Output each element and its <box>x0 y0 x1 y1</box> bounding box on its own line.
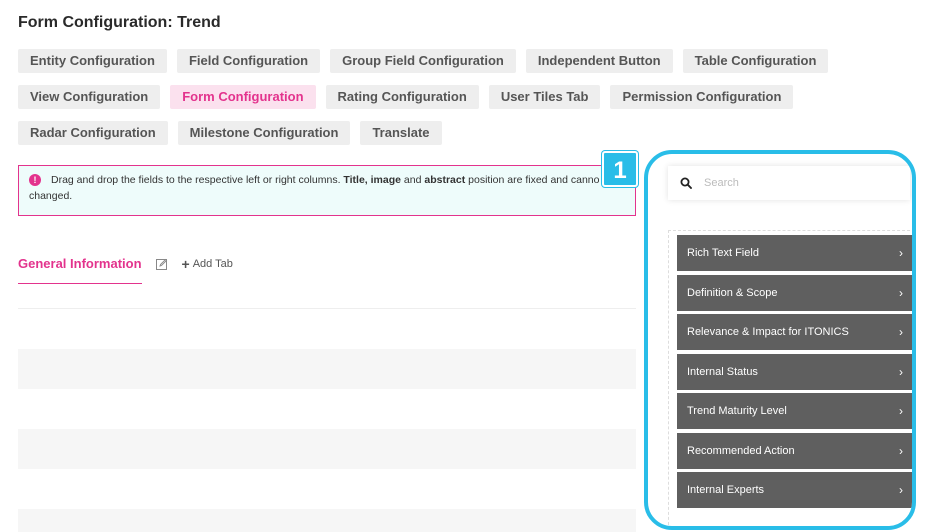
form-row <box>18 469 636 509</box>
form-row <box>18 509 636 532</box>
chevron-right-icon: › <box>899 285 903 300</box>
chevron-right-icon: › <box>899 325 903 339</box>
section-tabs: General Information + Add Tab <box>18 256 233 284</box>
tab-radar-configuration[interactable]: Radar Configuration <box>18 121 168 145</box>
field-item-rich-text-field[interactable]: Rich Text Field › <box>677 235 912 271</box>
notice-text-2: and <box>403 174 422 186</box>
form-row <box>18 429 636 469</box>
add-tab-button[interactable]: + Add Tab <box>181 256 233 272</box>
chevron-right-icon: › <box>899 483 903 497</box>
edit-icon[interactable] <box>155 258 168 270</box>
step-number-badge: 1 <box>602 151 638 187</box>
field-item-label: Definition & Scope <box>687 286 778 299</box>
tab-group-field-configuration[interactable]: Group Field Configuration <box>330 49 516 73</box>
tab-view-configuration[interactable]: View Configuration <box>18 85 161 109</box>
field-item-recommended-action[interactable]: Recommended Action › <box>677 432 912 469</box>
field-item-label: Rich Text Field <box>687 247 759 259</box>
notice-text-line2: changed. <box>29 190 73 202</box>
chevron-right-icon: › <box>899 246 903 260</box>
form-drop-area[interactable] <box>18 308 636 532</box>
page-title: Form Configuration: Trend <box>18 14 221 31</box>
notice-text-1: Drag and drop the fields to the respecti… <box>51 174 341 186</box>
notice-text-3: position are fixed and canno <box>468 174 600 186</box>
tab-milestone-configuration[interactable]: Milestone Configuration <box>177 121 351 145</box>
search-input[interactable] <box>704 177 894 189</box>
field-item-label: Relevance & Impact for ITONICS <box>687 326 849 338</box>
notice-bold-1: Title, image <box>343 174 401 186</box>
form-row <box>18 349 636 389</box>
search-box <box>668 166 910 200</box>
field-item-internal-experts[interactable]: Internal Experts › <box>677 472 912 508</box>
form-row <box>18 389 636 429</box>
config-tabs: Entity Configuration Field Configuration… <box>18 49 918 145</box>
field-item-internal-status[interactable]: Internal Status › <box>677 353 912 390</box>
available-fields-panel: Rich Text Field › Definition & Scope › R… <box>644 150 916 530</box>
tab-field-configuration[interactable]: Field Configuration <box>176 49 321 73</box>
tab-user-tiles[interactable]: User Tiles Tab <box>488 85 601 109</box>
field-item-label: Internal Status <box>687 365 758 378</box>
field-item-label: Recommended Action <box>687 444 795 457</box>
field-item-definition-scope[interactable]: Definition & Scope › <box>677 274 912 311</box>
chevron-right-icon: › <box>899 404 903 418</box>
notice-bold-2: abstract <box>424 174 466 186</box>
tab-form-configuration[interactable]: Form Configuration <box>170 85 316 109</box>
field-item-trend-maturity-level[interactable]: Trend Maturity Level › <box>677 393 912 429</box>
form-row <box>18 309 636 349</box>
tab-permission-configuration[interactable]: Permission Configuration <box>610 85 794 109</box>
tab-translate[interactable]: Translate <box>360 121 442 145</box>
add-tab-label: Add Tab <box>192 258 233 270</box>
tab-rating-configuration[interactable]: Rating Configuration <box>325 85 479 109</box>
tab-general-information[interactable]: General Information <box>18 256 142 284</box>
info-icon: ! <box>29 174 41 186</box>
field-item-label: Internal Experts <box>687 484 765 496</box>
search-icon <box>680 177 692 189</box>
field-item-relevance-impact[interactable]: Relevance & Impact for ITONICS › <box>677 314 912 350</box>
field-list: Rich Text Field › Definition & Scope › R… <box>668 230 912 526</box>
tab-entity-configuration[interactable]: Entity Configuration <box>18 49 167 73</box>
field-item-label: Trend Maturity Level <box>687 405 787 417</box>
tab-table-configuration[interactable]: Table Configuration <box>682 49 829 73</box>
chevron-right-icon: › <box>899 443 903 458</box>
tab-independent-button[interactable]: Independent Button <box>525 49 673 73</box>
info-notice: ! Drag and drop the fields to the respec… <box>18 165 636 216</box>
plus-icon: + <box>181 256 190 272</box>
chevron-right-icon: › <box>899 364 903 379</box>
